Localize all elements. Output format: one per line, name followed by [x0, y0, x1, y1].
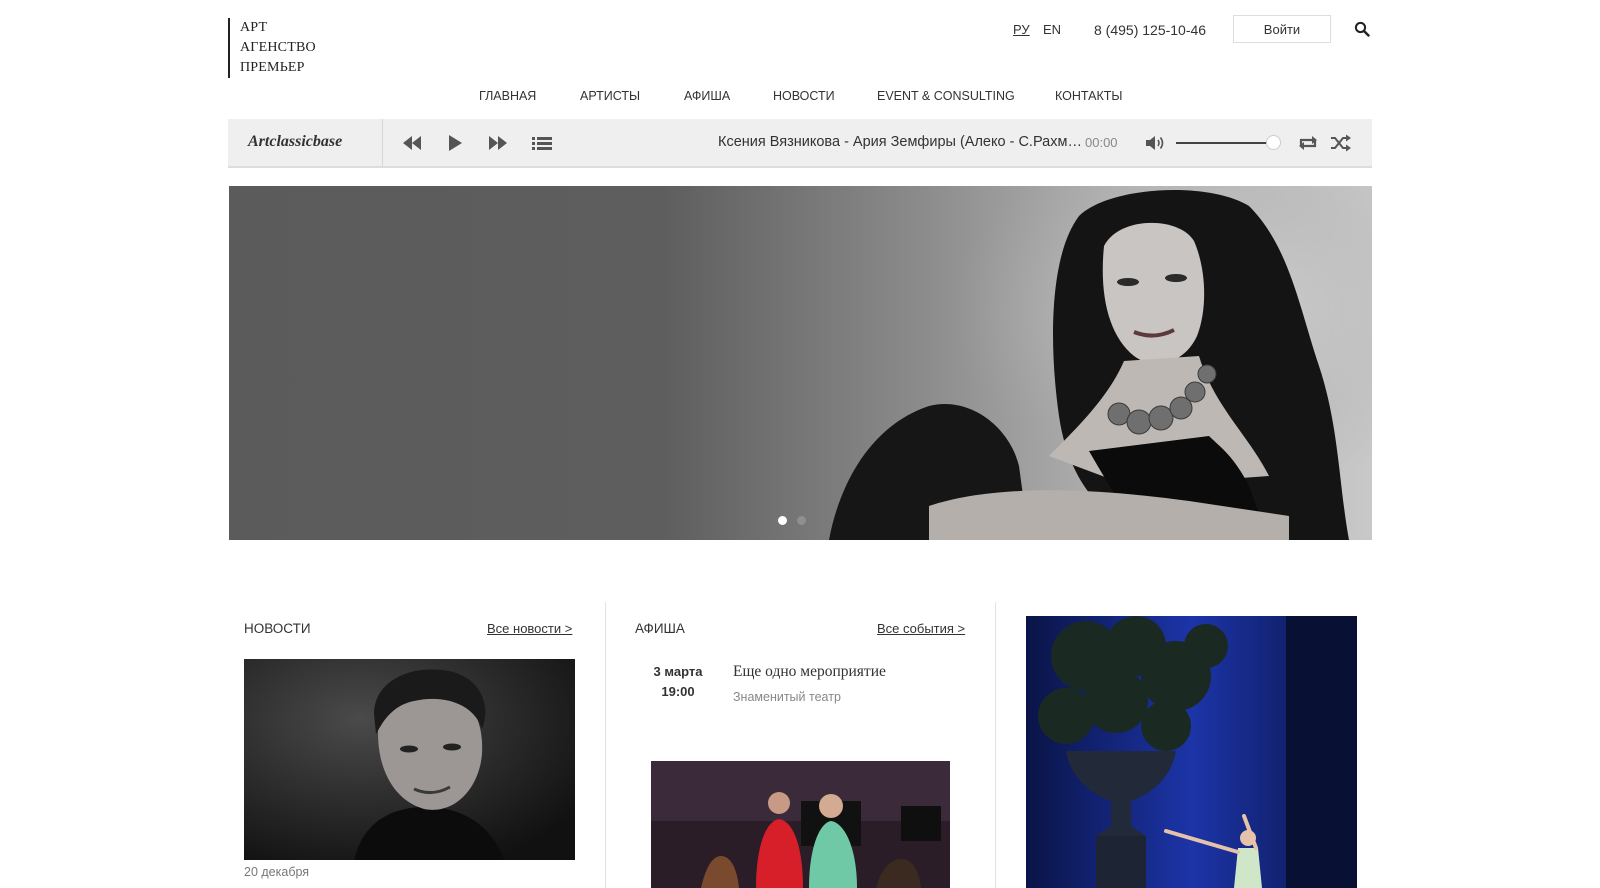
rewind-icon[interactable] [401, 133, 423, 153]
nav-item-afisha[interactable]: АФИША [684, 89, 730, 103]
repeat-icon[interactable] [1297, 133, 1319, 153]
news-section-title: НОВОСТИ [244, 621, 311, 636]
nav-item-news[interactable]: НОВОСТИ [773, 89, 835, 103]
news-image[interactable] [244, 659, 575, 860]
event-datetime: 3 марта 19:00 [648, 662, 708, 702]
nav-item-artists[interactable]: АРТИСТЫ [580, 89, 640, 103]
afisha-section-title: АФИША [635, 621, 685, 636]
forward-icon[interactable] [487, 133, 509, 153]
all-news-link[interactable]: Все новости > [487, 621, 572, 636]
audio-player: Artclassicbase Ксения Вязникова - Ария З… [228, 119, 1372, 168]
track-time: 00:00 [1085, 135, 1118, 150]
nav-item-event-consulting[interactable]: EVENT & CONSULTING [877, 89, 1015, 103]
search-icon[interactable] [1354, 21, 1370, 37]
volume-icon[interactable] [1144, 133, 1166, 153]
track-title: Ксения Вязникова - Ария Земфиры (Алеко -… [718, 134, 1088, 150]
news-date: 20 декабря [244, 865, 310, 879]
event-venue: Знаменитый театр [733, 690, 841, 704]
event-time: 19:00 [661, 684, 695, 699]
nav-item-contacts[interactable]: КОНТАКТЫ [1055, 89, 1122, 103]
stage-image[interactable] [1026, 616, 1357, 888]
all-events-link[interactable]: Все события > [877, 621, 965, 636]
player-divider [382, 119, 383, 166]
login-button[interactable]: Войти [1233, 15, 1331, 43]
logo-line-1: АРТ [240, 20, 268, 35]
phone-number: 8 (495) 125-10-46 [1094, 22, 1207, 38]
event-title[interactable]: Еще одно мероприятие [733, 663, 886, 681]
lang-ru-link[interactable]: РУ [1013, 22, 1030, 37]
player-brand[interactable]: Artclassicbase [248, 133, 342, 151]
playlist-icon[interactable] [531, 133, 553, 153]
logo-line-3: ПРЕМЬЕР [240, 60, 305, 75]
site-logo[interactable]: АРТ АГЕНСТВО ПРЕМЬЕР [228, 18, 316, 78]
volume-slider-track[interactable] [1176, 142, 1274, 144]
hero-slider[interactable] [229, 186, 1372, 540]
logo-line-2: АГЕНСТВО [240, 40, 316, 55]
shuffle-icon[interactable] [1330, 133, 1352, 153]
volume-slider-handle[interactable] [1266, 135, 1281, 150]
slider-dot-1[interactable] [778, 516, 787, 525]
event-image[interactable] [651, 761, 950, 888]
nav-item-home[interactable]: ГЛАВНАЯ [479, 89, 536, 103]
play-icon[interactable] [444, 133, 466, 153]
column-divider [605, 602, 606, 888]
slider-dot-2[interactable] [797, 516, 806, 525]
column-divider [995, 602, 996, 888]
hero-image [829, 186, 1372, 540]
event-date: 3 марта [653, 664, 703, 679]
lang-en-link[interactable]: EN [1043, 22, 1061, 37]
